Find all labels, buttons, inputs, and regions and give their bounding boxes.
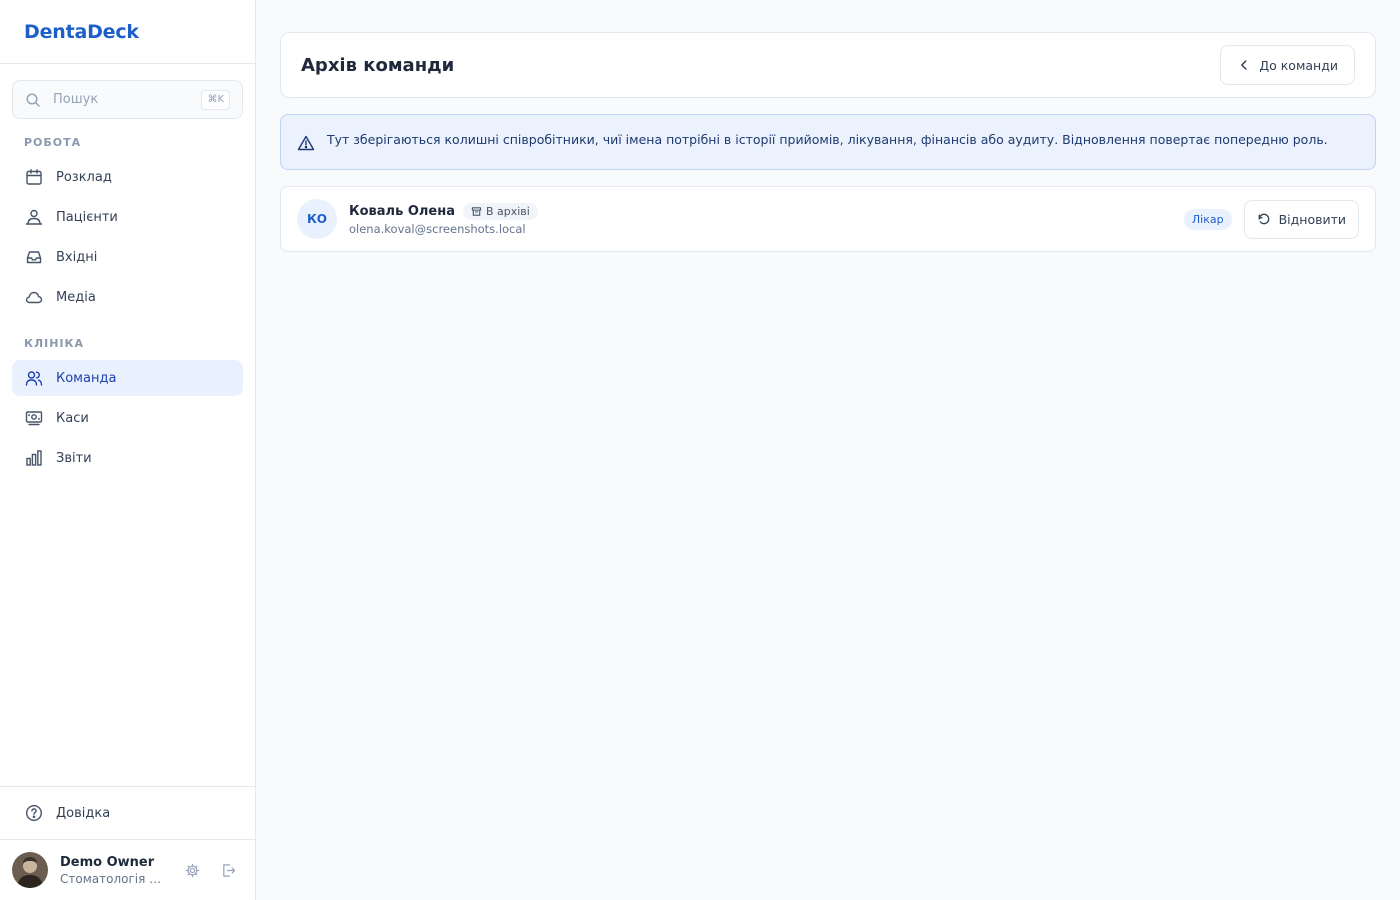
sidebar-item-cash[interactable]: Каси [12, 400, 243, 436]
archived-status-badge: В архіві [462, 202, 538, 220]
chevron-left-icon [1237, 58, 1251, 72]
member-email: olena.koval@screenshots.local [349, 221, 526, 236]
alert-text: Тут зберігаються колишні співробітники, … [327, 132, 1328, 147]
main-content: Архів команди До команди Тут зберігаютьс… [256, 0, 1400, 900]
sidebar-item-help[interactable]: Довідка [12, 795, 243, 831]
role-badge: Лікар [1183, 208, 1232, 230]
sidebar-item-inbox[interactable]: Вхідні [12, 239, 243, 275]
restore-button-label: Відновити [1278, 211, 1346, 227]
archive-box-icon [471, 206, 482, 217]
member-initials-avatar: КО [297, 199, 337, 239]
archived-member-row: КО Коваль Олена В архіві olena.koval@scr… [280, 186, 1376, 252]
sidebar-footer [0, 786, 255, 787]
sidebar-item-label: Розклад [56, 169, 112, 185]
sidebar-item-label: Звіти [56, 450, 92, 466]
sidebar-item-reports[interactable]: Звіти [12, 440, 243, 476]
brand: DentaDeck [0, 0, 255, 64]
sidebar-item-label: Довідка [56, 805, 111, 821]
bar-chart-icon [24, 448, 44, 468]
sidebar-item-label: Вхідні [56, 249, 98, 265]
warning-icon [297, 134, 315, 152]
user-name: Demo Owner [60, 854, 155, 870]
sidebar-item-label: Команда [56, 370, 117, 386]
sidebar-item-team[interactable]: Команда [12, 360, 243, 396]
sidebar-item-label: Пацієнти [56, 209, 118, 225]
sidebar-item-schedule[interactable]: Розклад [12, 159, 243, 195]
inbox-icon [24, 247, 44, 267]
search-shortcut: ⌘K [201, 89, 230, 110]
page-title: Архів команди [301, 54, 455, 76]
patients-icon [24, 207, 44, 227]
team-icon [24, 368, 44, 388]
sidebar-item-label: Медіа [56, 289, 96, 305]
restore-button[interactable]: Відновити [1243, 199, 1359, 239]
search-box[interactable]: ⌘K [12, 80, 243, 119]
section-label-work: РОБОТА [24, 136, 82, 149]
restore-icon [1257, 212, 1271, 226]
avatar[interactable] [12, 852, 48, 888]
member-name: Коваль Олена [349, 203, 455, 219]
section-label-clinic: КЛІНІКА [24, 337, 85, 350]
archived-status-label: В архіві [485, 204, 530, 218]
cash-register-icon [24, 408, 44, 428]
cloud-icon [24, 287, 44, 307]
help-icon [24, 803, 44, 823]
back-to-team-button[interactable]: До команди [1220, 45, 1355, 85]
user-organization: Стоматологія П... [60, 871, 168, 886]
search-icon [25, 92, 41, 108]
sidebar-item-label: Каси [56, 410, 89, 426]
calendar-icon [24, 167, 44, 187]
logout-icon[interactable] [216, 858, 240, 882]
back-button-label: До команди [1259, 57, 1338, 73]
sidebar: DentaDeck ⌘K РОБОТА Розклад Пацієнти Вхі… [0, 0, 256, 900]
sidebar-item-patients[interactable]: Пацієнти [12, 199, 243, 235]
brand-logo[interactable]: DentaDeck [24, 21, 139, 43]
user-panel: Demo Owner Стоматологія П... [0, 839, 255, 900]
archive-info-alert: Тут зберігаються колишні співробітники, … [280, 114, 1376, 170]
settings-icon[interactable] [180, 858, 204, 882]
sidebar-item-media[interactable]: Медіа [12, 279, 243, 315]
search-input[interactable] [53, 92, 202, 107]
page-header: Архів команди До команди [280, 32, 1376, 98]
